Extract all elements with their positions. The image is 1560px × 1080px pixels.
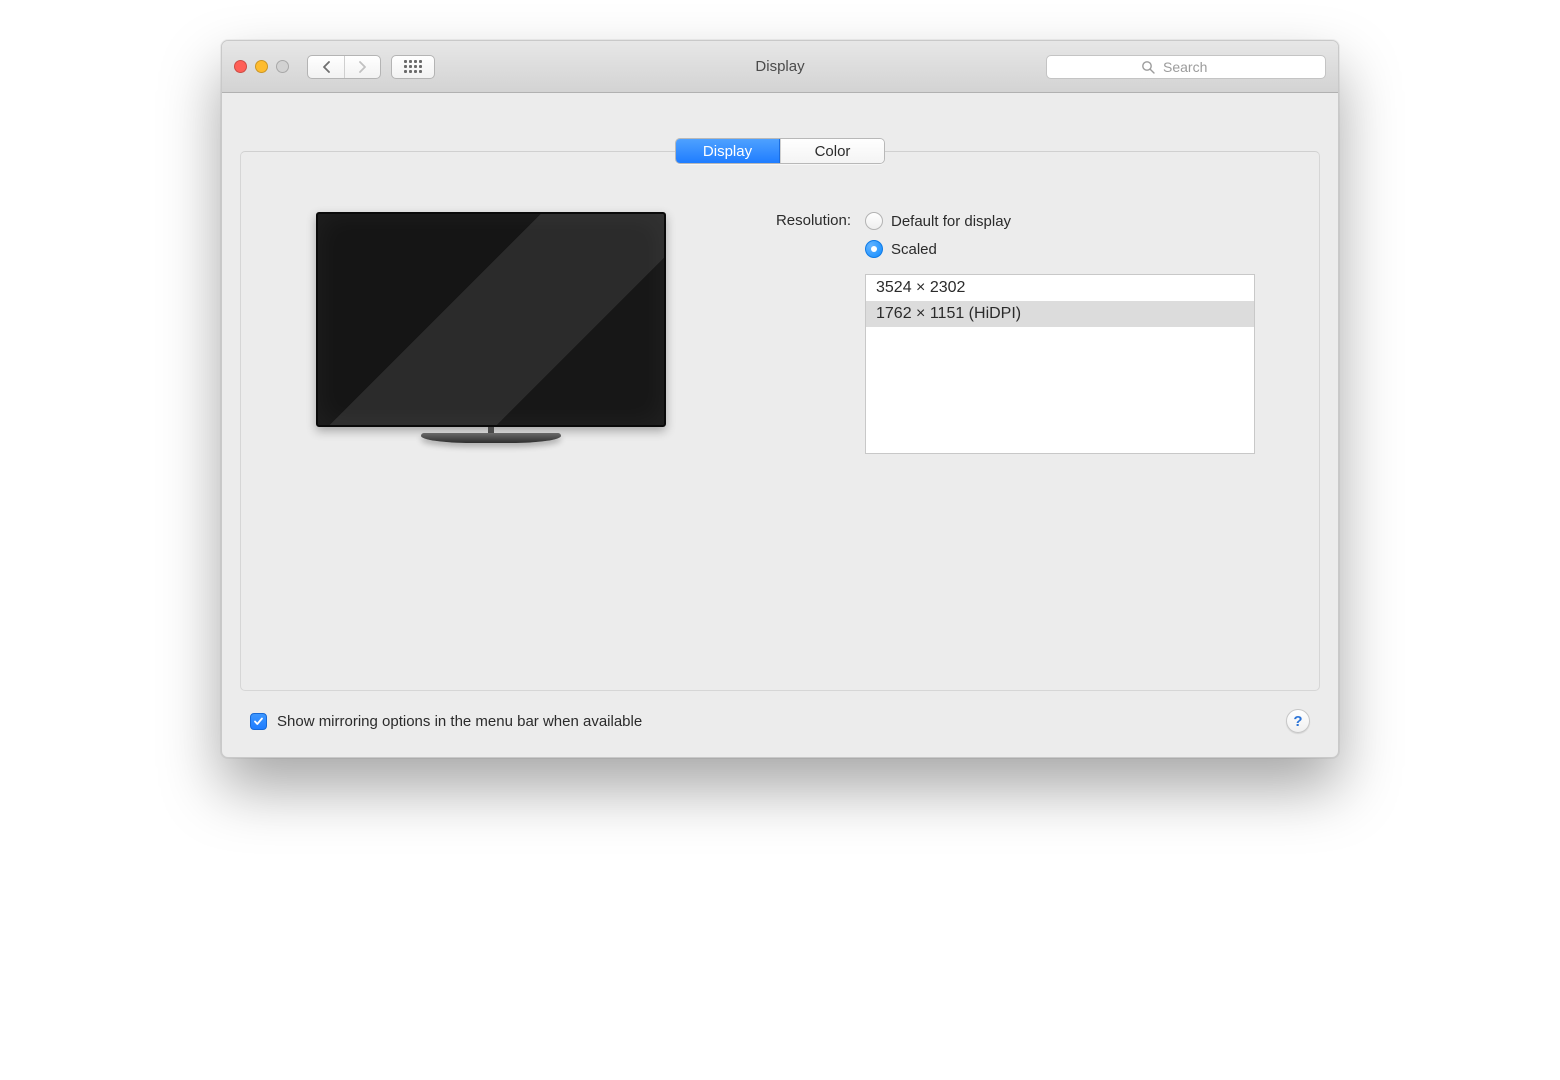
search-field[interactable]: [1046, 55, 1326, 79]
radio-icon: [865, 240, 883, 258]
display-preview: [301, 212, 681, 443]
help-button[interactable]: ?: [1286, 709, 1310, 733]
forward-button[interactable]: [344, 56, 380, 78]
radio-label: Scaled: [891, 241, 937, 258]
fullscreen-window-button: [276, 60, 289, 73]
mirroring-checkbox-label: Show mirroring options in the menu bar w…: [277, 713, 642, 730]
grid-icon: [404, 60, 422, 73]
tab-bar: Display Color: [675, 138, 885, 164]
chevron-right-icon: [358, 61, 367, 73]
search-input[interactable]: [1161, 58, 1231, 76]
search-icon: [1141, 60, 1155, 74]
footer: Show mirroring options in the menu bar w…: [240, 691, 1320, 739]
window-toolbar: Display: [222, 41, 1338, 93]
resolution-settings: Resolution: Default for display Scaled 3…: [731, 212, 1279, 454]
window-content: Display Color Resolution: Default for di…: [222, 151, 1338, 757]
show-all-prefs-button[interactable]: [391, 55, 435, 79]
back-button[interactable]: [308, 56, 344, 78]
traffic-lights: [234, 60, 289, 73]
resolution-option[interactable]: 1762 × 1151 (HiDPI): [866, 301, 1254, 327]
radio-label: Default for display: [891, 213, 1011, 230]
close-window-button[interactable]: [234, 60, 247, 73]
resolution-radios: Default for display Scaled: [865, 212, 1279, 258]
monitor-icon: [316, 212, 666, 427]
tab-color[interactable]: Color: [780, 139, 884, 163]
settings-panel: Display Color Resolution: Default for di…: [240, 151, 1320, 691]
panel-body: Resolution: Default for display Scaled 3…: [281, 212, 1279, 454]
scaled-resolution-list[interactable]: 3524 × 2302 1762 × 1151 (HiDPI): [865, 274, 1255, 454]
resolution-option[interactable]: 3524 × 2302: [866, 275, 1254, 301]
minimize-window-button[interactable]: [255, 60, 268, 73]
nav-back-forward: [307, 55, 381, 79]
resolution-label: Resolution:: [731, 212, 851, 258]
radio-icon: [865, 212, 883, 230]
mirroring-checkbox-row[interactable]: Show mirroring options in the menu bar w…: [250, 713, 642, 730]
radio-default-for-display[interactable]: Default for display: [865, 212, 1279, 230]
tab-display[interactable]: Display: [676, 139, 780, 163]
chevron-left-icon: [322, 61, 331, 73]
preferences-window: Display Display Color Resolution:: [221, 40, 1339, 758]
question-mark-icon: ?: [1293, 713, 1302, 730]
checkbox-checked-icon: [250, 713, 267, 730]
radio-scaled[interactable]: Scaled: [865, 240, 1279, 258]
